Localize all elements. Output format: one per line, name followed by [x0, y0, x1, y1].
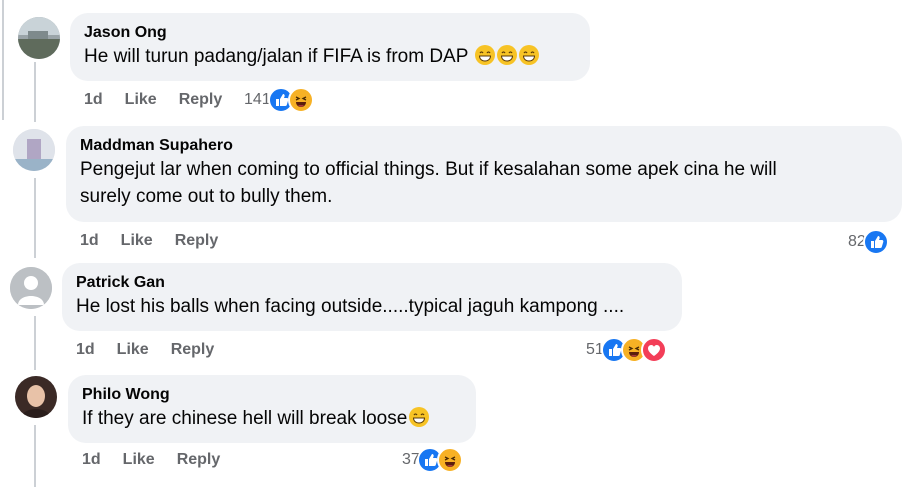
- comment-actions: 1d Like Reply: [84, 89, 244, 111]
- reaction-count: 141: [244, 91, 271, 108]
- like-button[interactable]: Like: [121, 232, 153, 250]
- avatar[interactable]: [13, 129, 55, 171]
- comment-author[interactable]: Patrick Gan: [76, 273, 668, 293]
- comment-bubble: Jason Ong He will turun padang/jalan if …: [70, 13, 590, 81]
- like-button[interactable]: Like: [117, 341, 149, 359]
- reply-button[interactable]: Reply: [171, 341, 215, 359]
- comment-age[interactable]: 1d: [80, 232, 99, 250]
- reply-button[interactable]: Reply: [179, 91, 223, 109]
- like-button[interactable]: Like: [125, 91, 157, 109]
- comment-bubble: Maddman Supahero Pengejut lar when comin…: [66, 126, 902, 222]
- comment-text: He will turun padang/jalan if FIFA is fr…: [84, 43, 576, 70]
- comment-actions: 1d Like Reply: [82, 449, 242, 471]
- haha-icon: [287, 87, 314, 113]
- comment-author[interactable]: Jason Ong: [84, 23, 576, 43]
- comment-text: If they are chinese hell will break loos…: [82, 405, 462, 432]
- grin-icon: [497, 45, 518, 65]
- love-icon: [640, 337, 667, 363]
- thread-line: [34, 178, 36, 258]
- reaction-summary[interactable]: 141: [244, 87, 314, 113]
- comment-text-body: He will turun padang/jalan if FIFA is fr…: [84, 46, 469, 67]
- thread-line: [34, 62, 36, 122]
- like-icon: [862, 229, 889, 255]
- reaction-summary[interactable]: 37: [402, 447, 463, 473]
- comment-bubble: Philo Wong If they are chinese hell will…: [68, 375, 476, 443]
- grin-icon: [475, 45, 496, 65]
- comment-actions: 1d Like Reply: [80, 230, 240, 252]
- comment-text-line: Pengejut lar when coming to official thi…: [80, 159, 777, 180]
- reaction-summary[interactable]: 82: [848, 229, 889, 255]
- haha-icon: [436, 447, 463, 473]
- reply-button[interactable]: Reply: [175, 232, 219, 250]
- sweat-smile-icon: [409, 407, 430, 427]
- avatar[interactable]: [10, 267, 52, 309]
- comment-actions: 1d Like Reply: [76, 339, 236, 361]
- reaction-summary[interactable]: 51: [586, 337, 667, 363]
- comment-age[interactable]: 1d: [76, 341, 95, 359]
- avatar[interactable]: [18, 17, 60, 59]
- comment-author[interactable]: Maddman Supahero: [80, 136, 888, 156]
- comment-age[interactable]: 1d: [84, 91, 103, 109]
- comment-text-line: surely come out to bully them.: [80, 186, 333, 207]
- avatar[interactable]: [15, 376, 57, 418]
- comment-author[interactable]: Philo Wong: [82, 385, 462, 405]
- like-button[interactable]: Like: [123, 451, 155, 469]
- comment-text: He lost his balls when facing outside...…: [76, 296, 625, 317]
- grin-icon: [519, 45, 540, 65]
- comment-age[interactable]: 1d: [82, 451, 101, 469]
- reply-button[interactable]: Reply: [177, 451, 221, 469]
- thread-line: [34, 316, 36, 370]
- comment-bubble: Patrick Gan He lost his balls when facin…: [62, 263, 682, 331]
- thread-line: [2, 0, 4, 120]
- thread-line: [34, 425, 36, 487]
- comment-text-body: If they are chinese hell will break loos…: [82, 408, 408, 429]
